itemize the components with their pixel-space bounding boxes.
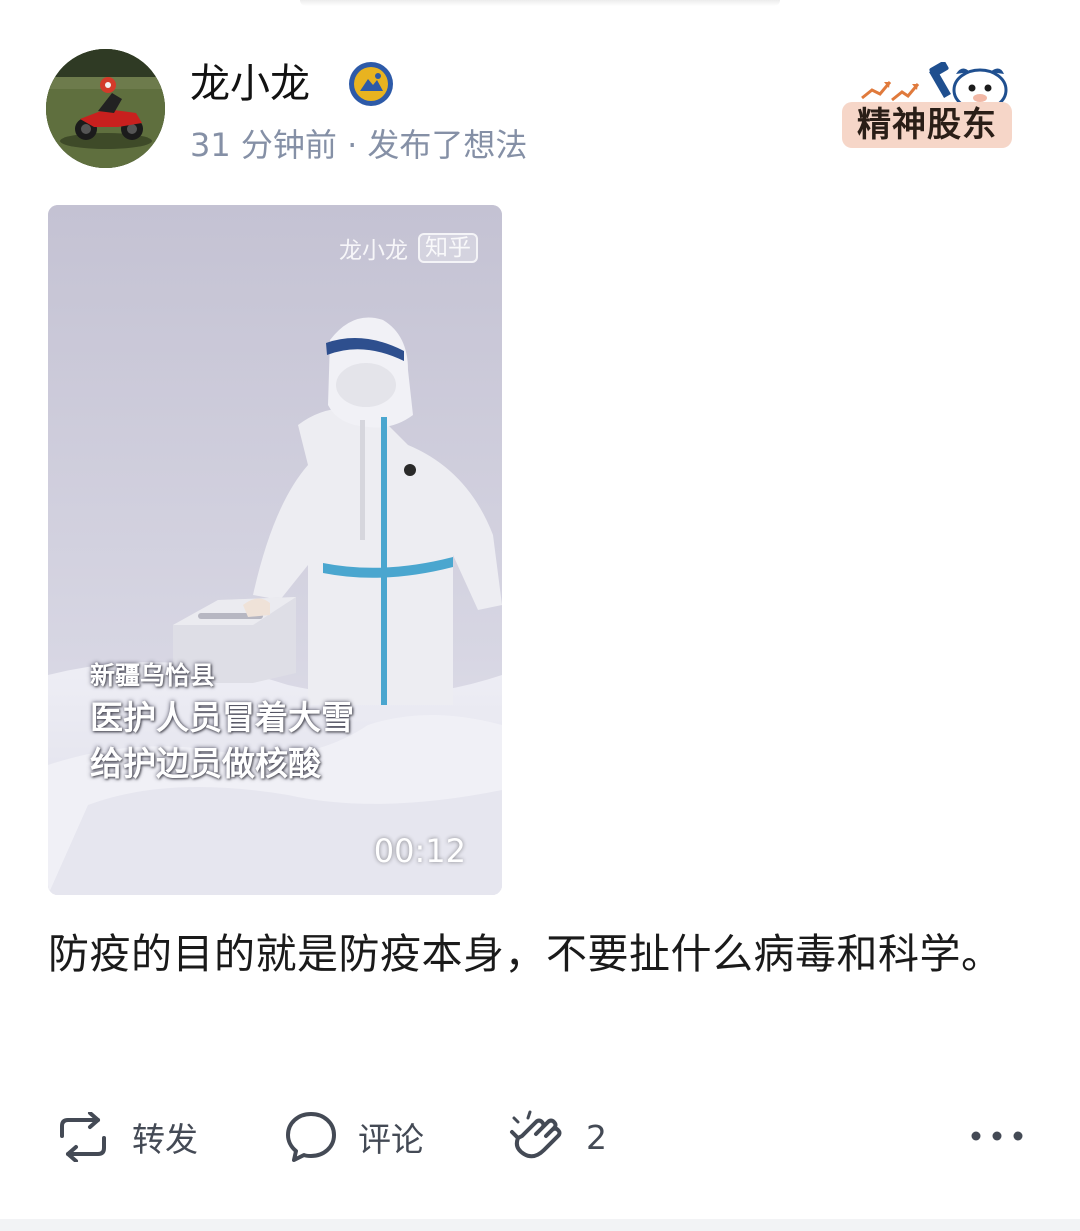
repost-label: 转发 <box>132 1120 198 1159</box>
motorcycle-rider-avatar-icon <box>46 49 165 168</box>
more-options-button[interactable] <box>962 1118 1032 1154</box>
verified-badge-icon <box>348 61 394 107</box>
top-handle-shadow <box>300 0 780 6</box>
repost-icon <box>60 1112 106 1162</box>
avatar[interactable] <box>46 49 165 168</box>
comment-label: 评论 <box>358 1120 424 1159</box>
caption-line-3: 给护边员做核酸 <box>90 744 321 783</box>
bottom-divider <box>0 1219 1080 1231</box>
video-thumbnail[interactable]: 龙小龙 知乎 新疆乌恰县 医护人员冒着大雪 给护边员做核酸 00:12 <box>48 205 502 895</box>
post-timestamp: 31 分钟前 · 发布了想法 <box>190 126 528 164</box>
post-card: 龙小龙 31 分钟前 · 发布了想法 精神股东 龙小龙 知乎 新疆乌恰县 医护人… <box>0 0 1080 1231</box>
comment-button[interactable]: 评论 <box>284 1110 424 1164</box>
sticker-badge: 精神股东 <box>838 62 1018 154</box>
clap-hands-icon <box>510 1110 562 1159</box>
caption-line-2: 医护人员冒着大雪 <box>90 698 354 737</box>
more-dots-icon <box>971 1131 1023 1141</box>
post-body-text: 防疫的目的就是防疫本身，不要扯什么病毒和科学。 <box>48 930 1003 978</box>
video-duration: 00:12 <box>373 832 466 870</box>
caption-line-1: 新疆乌恰县 <box>90 661 216 690</box>
video-frame-image <box>48 205 502 895</box>
clap-count: 2 <box>586 1117 607 1157</box>
author-name[interactable]: 龙小龙 <box>190 58 310 110</box>
video-caption: 新疆乌恰县 医护人员冒着大雪 给护边员做核酸 <box>90 657 354 787</box>
sticker-label: 精神股东 <box>842 102 1012 148</box>
comment-bubble-icon <box>286 1112 336 1162</box>
clap-button[interactable]: 2 <box>508 1110 607 1164</box>
repost-button[interactable]: 转发 <box>54 1110 198 1164</box>
watermark-author: 龙小龙 <box>339 238 408 264</box>
video-watermark: 龙小龙 知乎 <box>339 231 478 265</box>
zhihu-logo-icon: 知乎 <box>418 233 478 263</box>
